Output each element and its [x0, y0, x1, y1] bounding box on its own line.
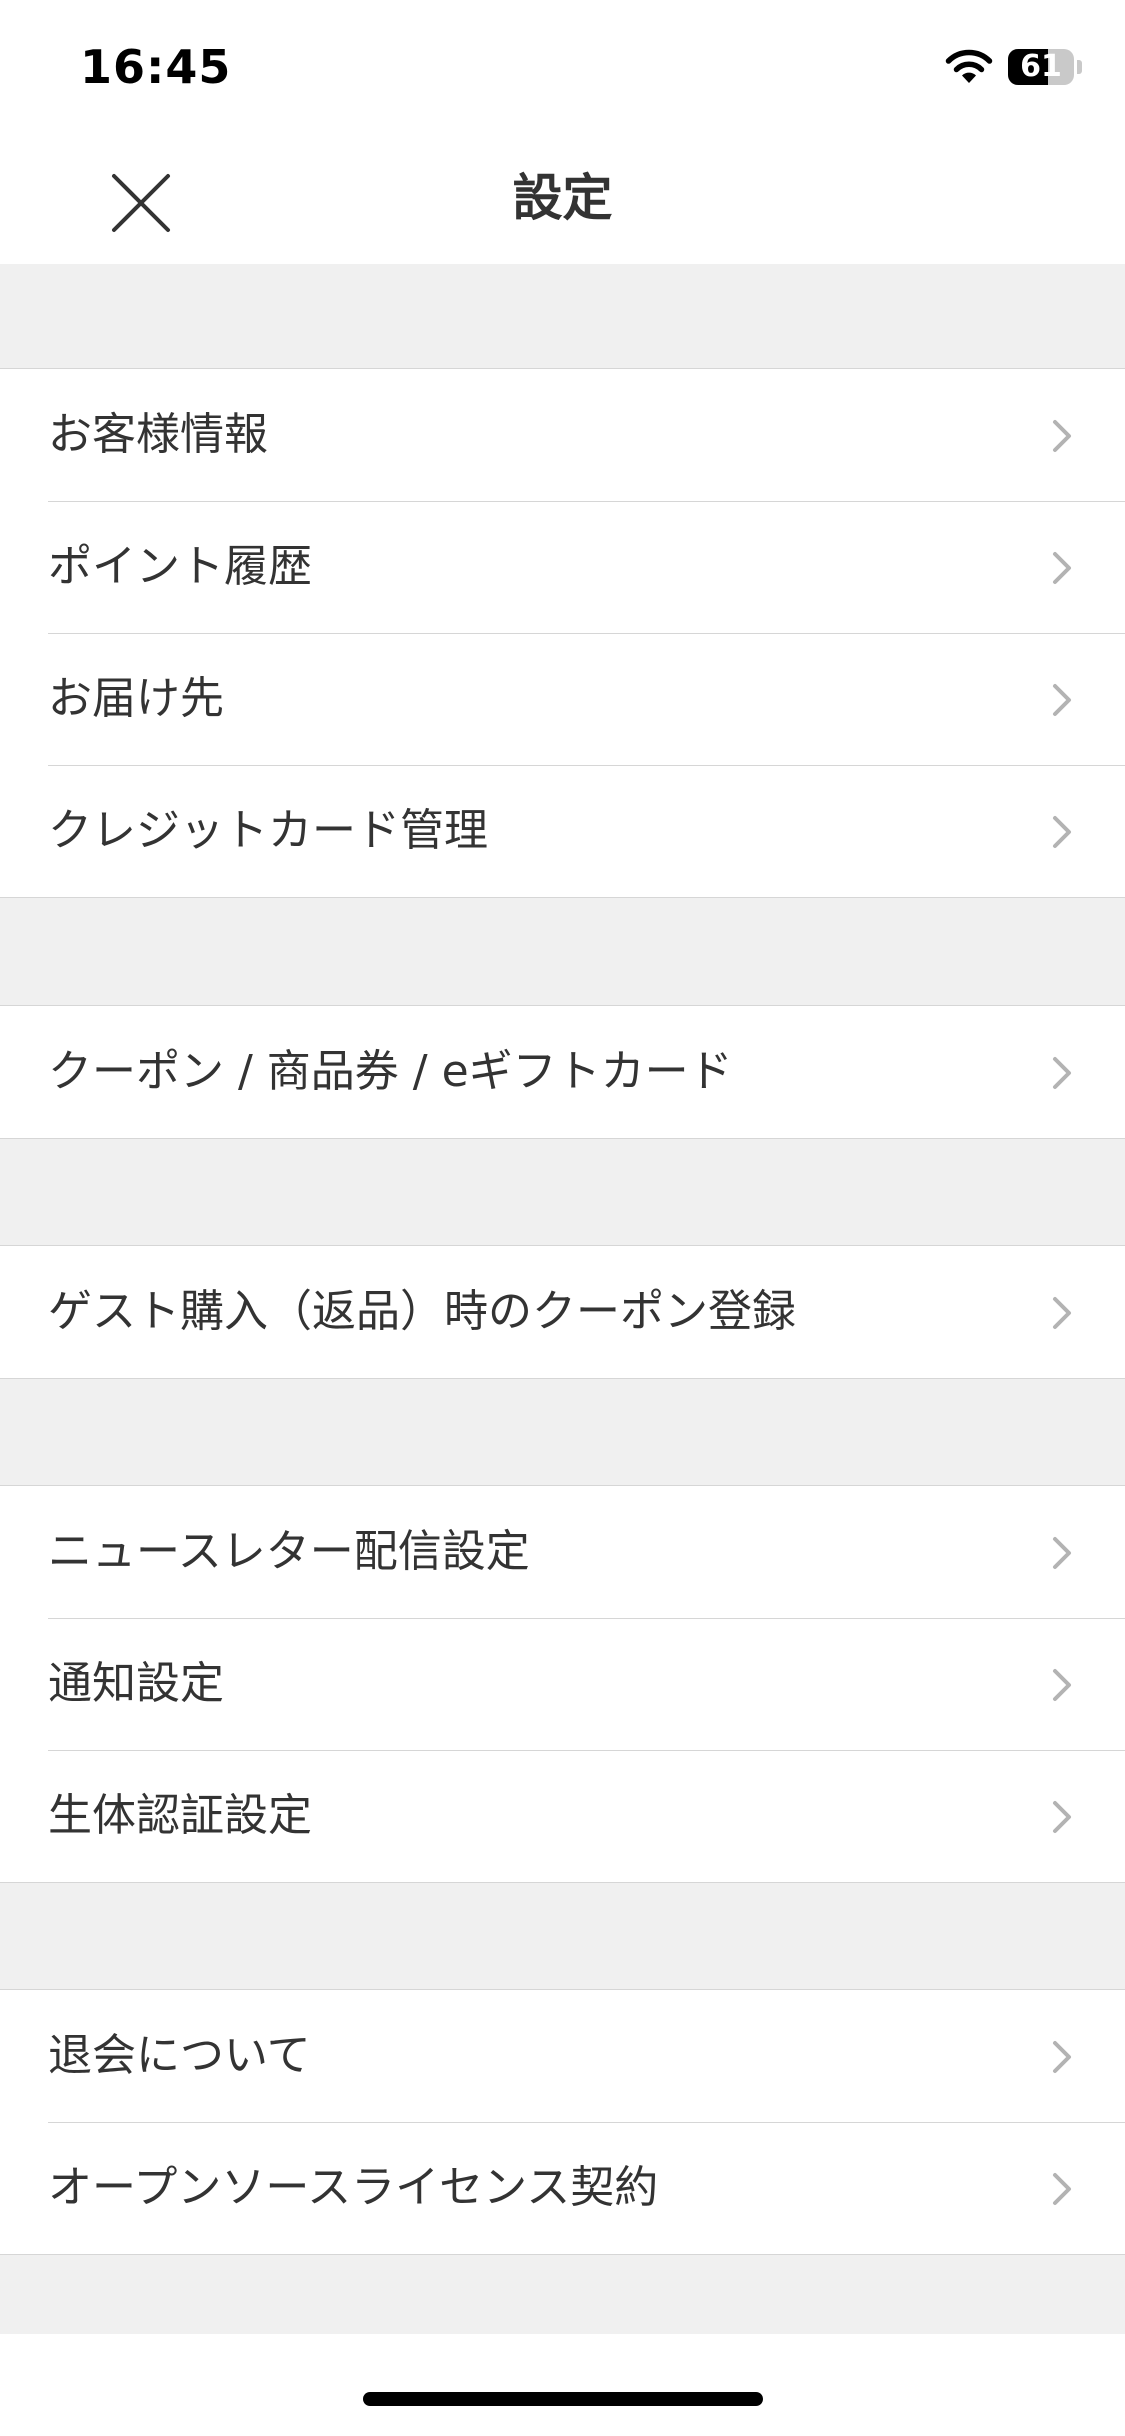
section-account: お客様情報 ポイント履歴 お届け先 クレジットカード管理: [0, 368, 1125, 898]
list-item-credit-card[interactable]: クレジットカード管理: [0, 765, 1125, 897]
list-item-label: ゲスト購入（返品）時のクーポン登録: [48, 1286, 796, 1337]
battery-level: 61: [1020, 49, 1062, 84]
battery-body: 61: [1008, 49, 1074, 85]
chevron-right-icon: [1053, 1297, 1071, 1329]
list-item-label: お届け先: [48, 673, 224, 724]
section-about: 退会について オープンソースライセンス契約: [0, 1989, 1125, 2255]
bottom-safe-area: [0, 2334, 1125, 2436]
section-notifications: ニュースレター配信設定 通知設定 生体認証設定: [0, 1485, 1125, 1883]
list-item-guest-coupon-registration[interactable]: ゲスト購入（返品）時のクーポン登録: [0, 1246, 1125, 1378]
chevron-right-icon: [1053, 420, 1071, 452]
list-item-label: ニュースレター配信設定: [48, 1526, 530, 1577]
list-item-label: ポイント履歴: [48, 541, 312, 592]
list-item-point-history[interactable]: ポイント履歴: [0, 501, 1125, 633]
list-item-label: クレジットカード管理: [48, 805, 488, 856]
list-item-newsletter-settings[interactable]: ニュースレター配信設定: [0, 1486, 1125, 1618]
list-item-open-source-licenses[interactable]: オープンソースライセンス契約: [0, 2122, 1125, 2254]
chevron-right-icon: [1053, 816, 1071, 848]
section-guest-coupon: ゲスト購入（返品）時のクーポン登録: [0, 1245, 1125, 1379]
chevron-right-icon: [1053, 2041, 1071, 2073]
list-item-customer-info[interactable]: お客様情報: [0, 369, 1125, 501]
section-coupons: クーポン / 商品券 / eギフトカード: [0, 1005, 1125, 1139]
chevron-right-icon: [1053, 1669, 1071, 1701]
close-icon: [112, 174, 170, 232]
list-item-label: お客様情報: [48, 409, 268, 460]
wifi-icon: [945, 49, 993, 83]
nav-bar: 設定: [0, 132, 1125, 264]
list-item-label: 生体認証設定: [48, 1790, 312, 1841]
chevron-right-icon: [1053, 1801, 1071, 1833]
list-item-coupons-gift-cards[interactable]: クーポン / 商品券 / eギフトカード: [0, 1006, 1125, 1138]
chevron-right-icon: [1053, 552, 1071, 584]
chevron-right-icon: [1053, 2173, 1071, 2205]
status-bar: 16:45 61: [0, 0, 1125, 132]
battery-icon: 61: [1008, 49, 1084, 85]
status-time: 16:45: [80, 40, 232, 94]
list-item-biometric-settings[interactable]: 生体認証設定: [0, 1750, 1125, 1882]
list-item-label: オープンソースライセンス契約: [48, 2162, 659, 2213]
list-item-label: 通知設定: [48, 1658, 224, 1709]
list-item-withdrawal[interactable]: 退会について: [0, 1990, 1125, 2122]
list-item-label: 退会について: [48, 2030, 311, 2081]
list-item-delivery-address[interactable]: お届け先: [0, 633, 1125, 765]
close-button[interactable]: [100, 162, 182, 244]
chevron-right-icon: [1053, 1057, 1071, 1089]
list-item-label: クーポン / 商品券 / eギフトカード: [48, 1046, 733, 1097]
list-item-notification-settings[interactable]: 通知設定: [0, 1618, 1125, 1750]
battery-cap: [1077, 60, 1082, 74]
chevron-right-icon: [1053, 684, 1071, 716]
chevron-right-icon: [1053, 1537, 1071, 1569]
home-indicator[interactable]: [363, 2392, 763, 2406]
